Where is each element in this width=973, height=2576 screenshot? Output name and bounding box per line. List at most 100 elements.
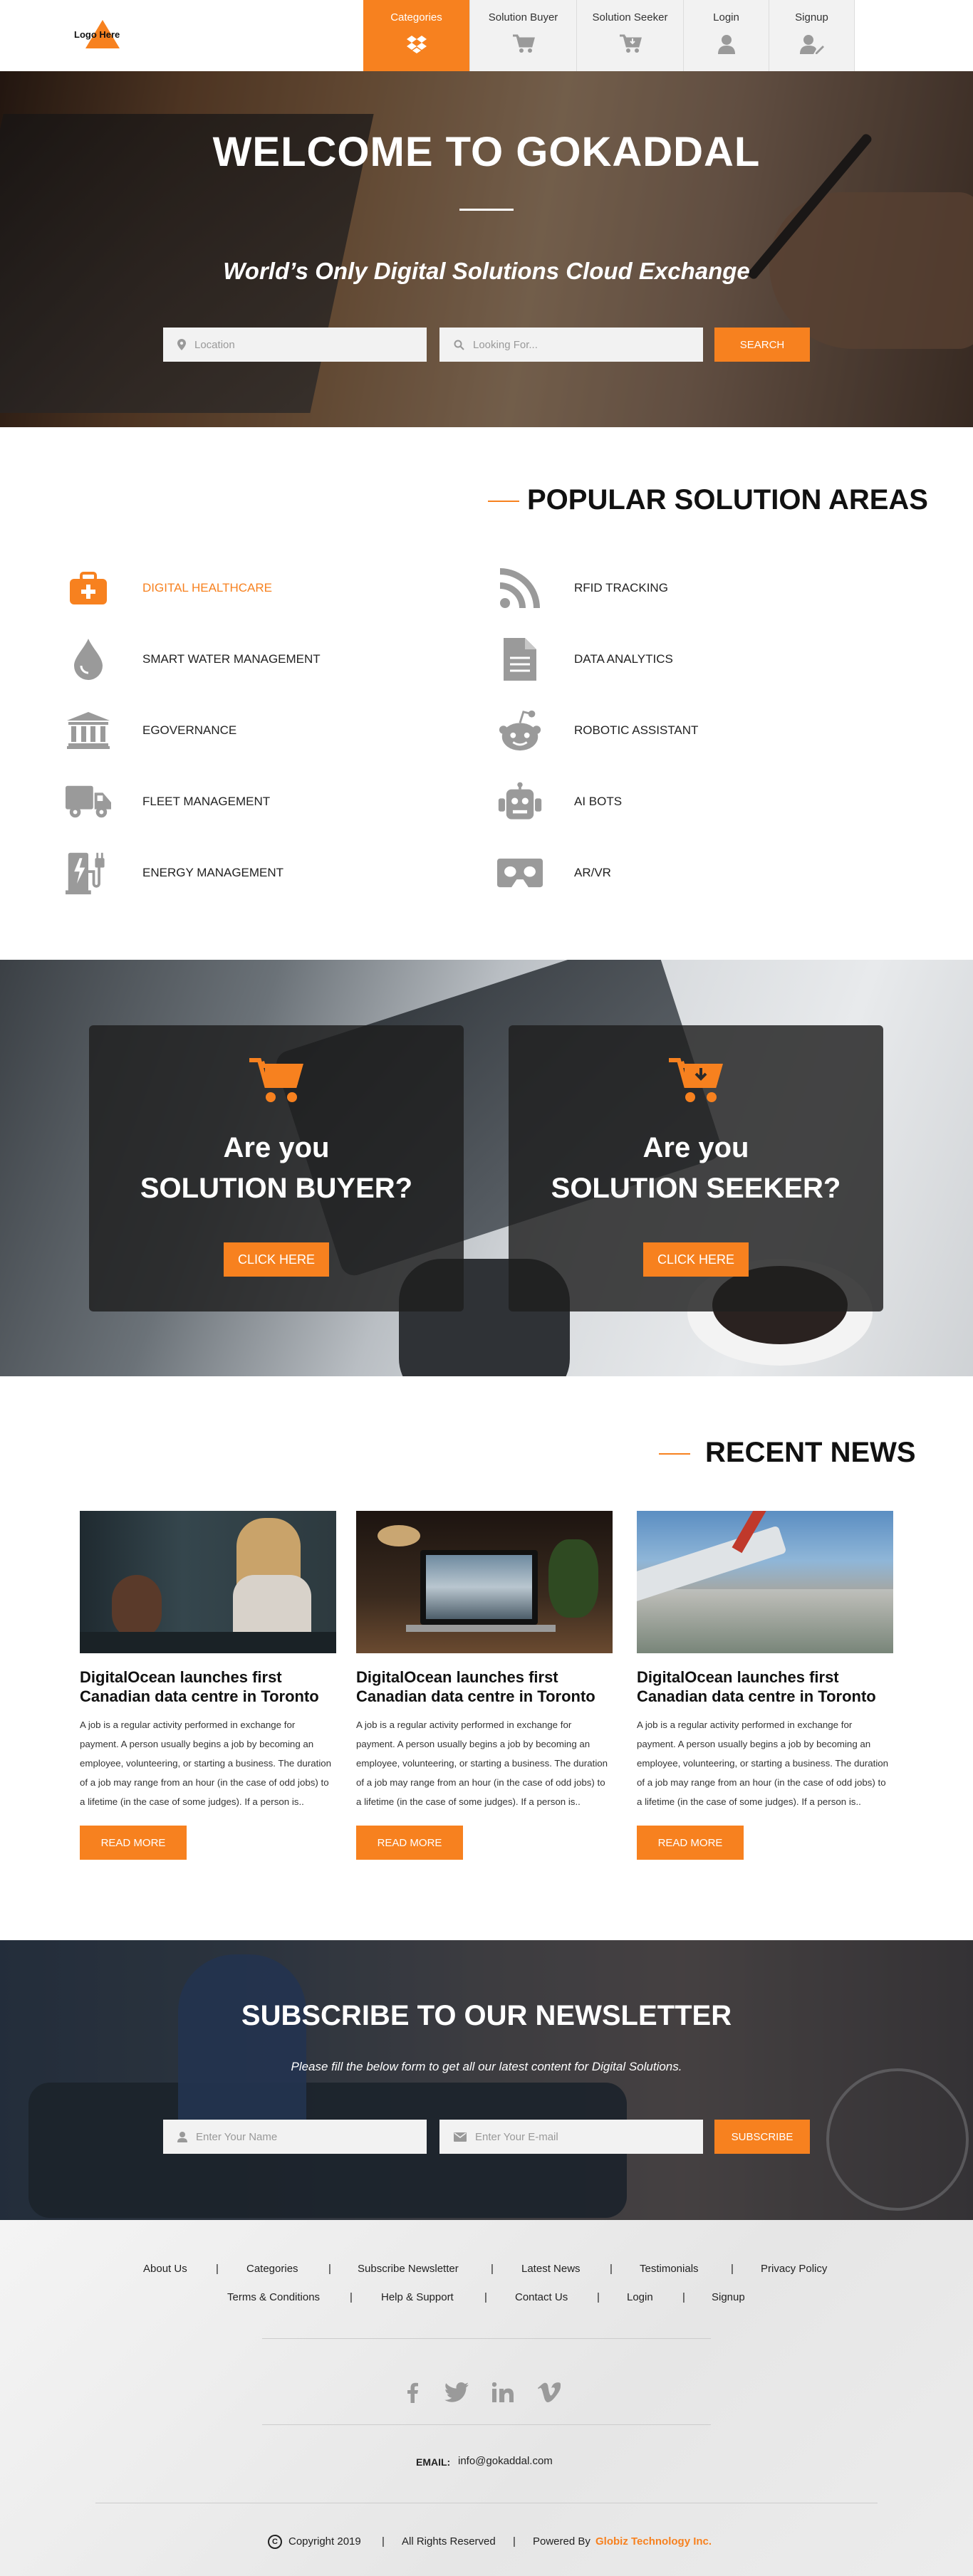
area-fleet-management[interactable]: FLEET MANAGEMENT: [66, 780, 270, 823]
footer-link-help[interactable]: Help & Support: [381, 2291, 454, 2303]
footer-link-signup[interactable]: Signup: [712, 2291, 745, 2303]
nav-login[interactable]: Login: [684, 0, 769, 71]
buyer-line2: SOLUTION BUYER?: [140, 1173, 413, 1204]
medkit-icon: [66, 567, 111, 609]
footer-separator: |: [597, 2291, 600, 2303]
area-digital-healthcare[interactable]: DIGITAL HEALTHCARE: [66, 567, 272, 609]
news-headline[interactable]: DigitalOcean launches first Canadian dat…: [80, 1667, 336, 1706]
site-footer: About Us | Categories | Subscribe Newsle…: [0, 2220, 973, 2576]
footer-link-latest-news[interactable]: Latest News: [521, 2263, 581, 2275]
footer-link-testimonials[interactable]: Testimonials: [640, 2263, 699, 2275]
read-more-button[interactable]: READ MORE: [80, 1826, 187, 1860]
cart-download-icon: [618, 33, 642, 55]
logo[interactable]: Logo Here: [71, 17, 135, 54]
user-edit-icon: [799, 33, 824, 55]
area-energy-management[interactable]: ENERGY MANAGEMENT: [66, 852, 283, 895]
site-header: Logo Here Categories Solution Buyer Solu…: [0, 0, 973, 71]
footer-link-subscribe[interactable]: Subscribe Newsletter: [358, 2263, 459, 2275]
area-rfid-tracking[interactable]: RFID TRACKING: [497, 567, 668, 609]
footer-link-privacy[interactable]: Privacy Policy: [761, 2263, 827, 2275]
looking-for-input[interactable]: Looking For...: [439, 328, 703, 362]
hero-divider: [459, 209, 514, 211]
news-card: DigitalOcean launches first Canadian dat…: [356, 1511, 613, 1860]
envelope-icon: [454, 2132, 467, 2142]
email-value[interactable]: info@gokaddal.com: [458, 2455, 553, 2467]
footer-separator: |: [513, 2535, 516, 2548]
name-placeholder: Enter Your Name: [196, 2130, 278, 2143]
area-label: DATA ANALYTICS: [574, 652, 673, 666]
rss-icon: [497, 567, 543, 609]
area-label: RFID TRACKING: [574, 581, 668, 595]
news-excerpt: A job is a regular activity performed in…: [80, 1719, 332, 1807]
nav-signup[interactable]: Signup: [769, 0, 855, 71]
copyright-icon: C: [268, 2535, 282, 2549]
area-label: FLEET MANAGEMENT: [142, 795, 271, 808]
footer-separator: |: [382, 2535, 385, 2548]
nav-label: Categories: [390, 11, 442, 23]
footer-separator: |: [731, 2263, 734, 2275]
footer-separator: |: [610, 2263, 613, 2275]
area-label: AR/VR: [574, 866, 611, 879]
seeker-line1: Are you: [642, 1132, 749, 1163]
search-button[interactable]: SEARCH: [714, 328, 810, 362]
email-placeholder: Enter Your E-mail: [475, 2130, 558, 2143]
newsletter-email-input[interactable]: Enter Your E-mail: [439, 2120, 703, 2154]
footer-separator: |: [484, 2291, 487, 2303]
vr-headset-icon: [497, 852, 543, 894]
footer-link-categories[interactable]: Categories: [246, 2263, 298, 2275]
company-link[interactable]: Globiz Technology Inc.: [595, 2535, 712, 2548]
news-headline[interactable]: DigitalOcean launches first Canadian dat…: [356, 1667, 613, 1706]
looking-placeholder: Looking For...: [473, 338, 538, 351]
footer-separator: |: [328, 2263, 331, 2275]
area-robotic-assistant[interactable]: ROBOTIC ASSISTANT: [497, 709, 698, 752]
news-excerpt: A job is a regular activity performed in…: [356, 1719, 608, 1807]
seeker-click-button[interactable]: CLICK HERE: [643, 1242, 749, 1277]
newsletter-name-input[interactable]: Enter Your Name: [163, 2120, 427, 2154]
linkedin-icon[interactable]: [489, 2378, 517, 2407]
nav-label: Signup: [795, 11, 828, 23]
seeker-line2: SOLUTION SEEKER?: [551, 1173, 841, 1204]
buyer-click-button[interactable]: CLICK HERE: [224, 1242, 329, 1277]
ev-charging-icon: [66, 852, 111, 895]
location-input[interactable]: Location: [163, 328, 427, 362]
news-image-laptop[interactable]: [356, 1511, 613, 1653]
news-image-office[interactable]: [80, 1511, 336, 1653]
read-more-button[interactable]: READ MORE: [637, 1826, 744, 1860]
popular-title: POPULAR SOLUTION AREAS: [527, 484, 928, 515]
location-placeholder: Location: [194, 338, 235, 351]
twitter-icon[interactable]: [442, 2378, 471, 2407]
facebook-icon[interactable]: [399, 2378, 427, 2407]
robot-icon: [497, 780, 543, 823]
area-label: DIGITAL HEALTHCARE: [142, 581, 272, 595]
news-headline[interactable]: DigitalOcean launches first Canadian dat…: [637, 1667, 893, 1706]
area-ar-vr[interactable]: AR/VR: [497, 852, 611, 894]
news-title: RECENT NEWS: [705, 1437, 916, 1468]
read-more-button[interactable]: READ MORE: [356, 1826, 463, 1860]
news-card: DigitalOcean launches first Canadian dat…: [80, 1511, 336, 1860]
dropbox-icon: [405, 33, 429, 55]
subscribe-button[interactable]: SUBSCRIBE: [714, 2120, 810, 2154]
logo-text: Logo Here: [74, 29, 120, 40]
news-image-airplane[interactable]: [637, 1511, 893, 1653]
area-ai-bots[interactable]: AI BOTS: [497, 780, 622, 823]
footer-link-terms[interactable]: Terms & Conditions: [227, 2291, 320, 2303]
area-data-analytics[interactable]: DATA ANALYTICS: [497, 638, 673, 681]
nav-solution-buyer[interactable]: Solution Buyer: [470, 0, 577, 71]
government-building-icon: [66, 709, 111, 752]
hero-subtitle: World’s Only Digital Solutions Cloud Exc…: [223, 258, 750, 284]
cart-download-icon: [667, 1055, 725, 1106]
news-excerpt: A job is a regular activity performed in…: [637, 1719, 889, 1807]
cart-icon: [511, 33, 536, 55]
footer-link-about[interactable]: About Us: [143, 2263, 187, 2275]
vimeo-icon[interactable]: [535, 2378, 563, 2407]
newsletter-section: SUBSCRIBE TO OUR NEWSLETTER Please fill …: [0, 1940, 973, 2220]
area-label: AI BOTS: [574, 795, 623, 808]
newsletter-subtitle: Please fill the below form to get all ou…: [291, 2060, 682, 2073]
area-egovernance[interactable]: EGOVERNANCE: [66, 709, 236, 752]
buyer-card: Are you SOLUTION BUYER? CLICK HERE: [89, 1025, 464, 1311]
nav-solution-seeker[interactable]: Solution Seeker: [577, 0, 684, 71]
nav-categories[interactable]: Categories: [363, 0, 470, 71]
area-smart-water[interactable]: SMART WATER MANAGEMENT: [66, 638, 321, 681]
footer-link-login[interactable]: Login: [627, 2291, 653, 2303]
footer-link-contact[interactable]: Contact Us: [515, 2291, 568, 2303]
